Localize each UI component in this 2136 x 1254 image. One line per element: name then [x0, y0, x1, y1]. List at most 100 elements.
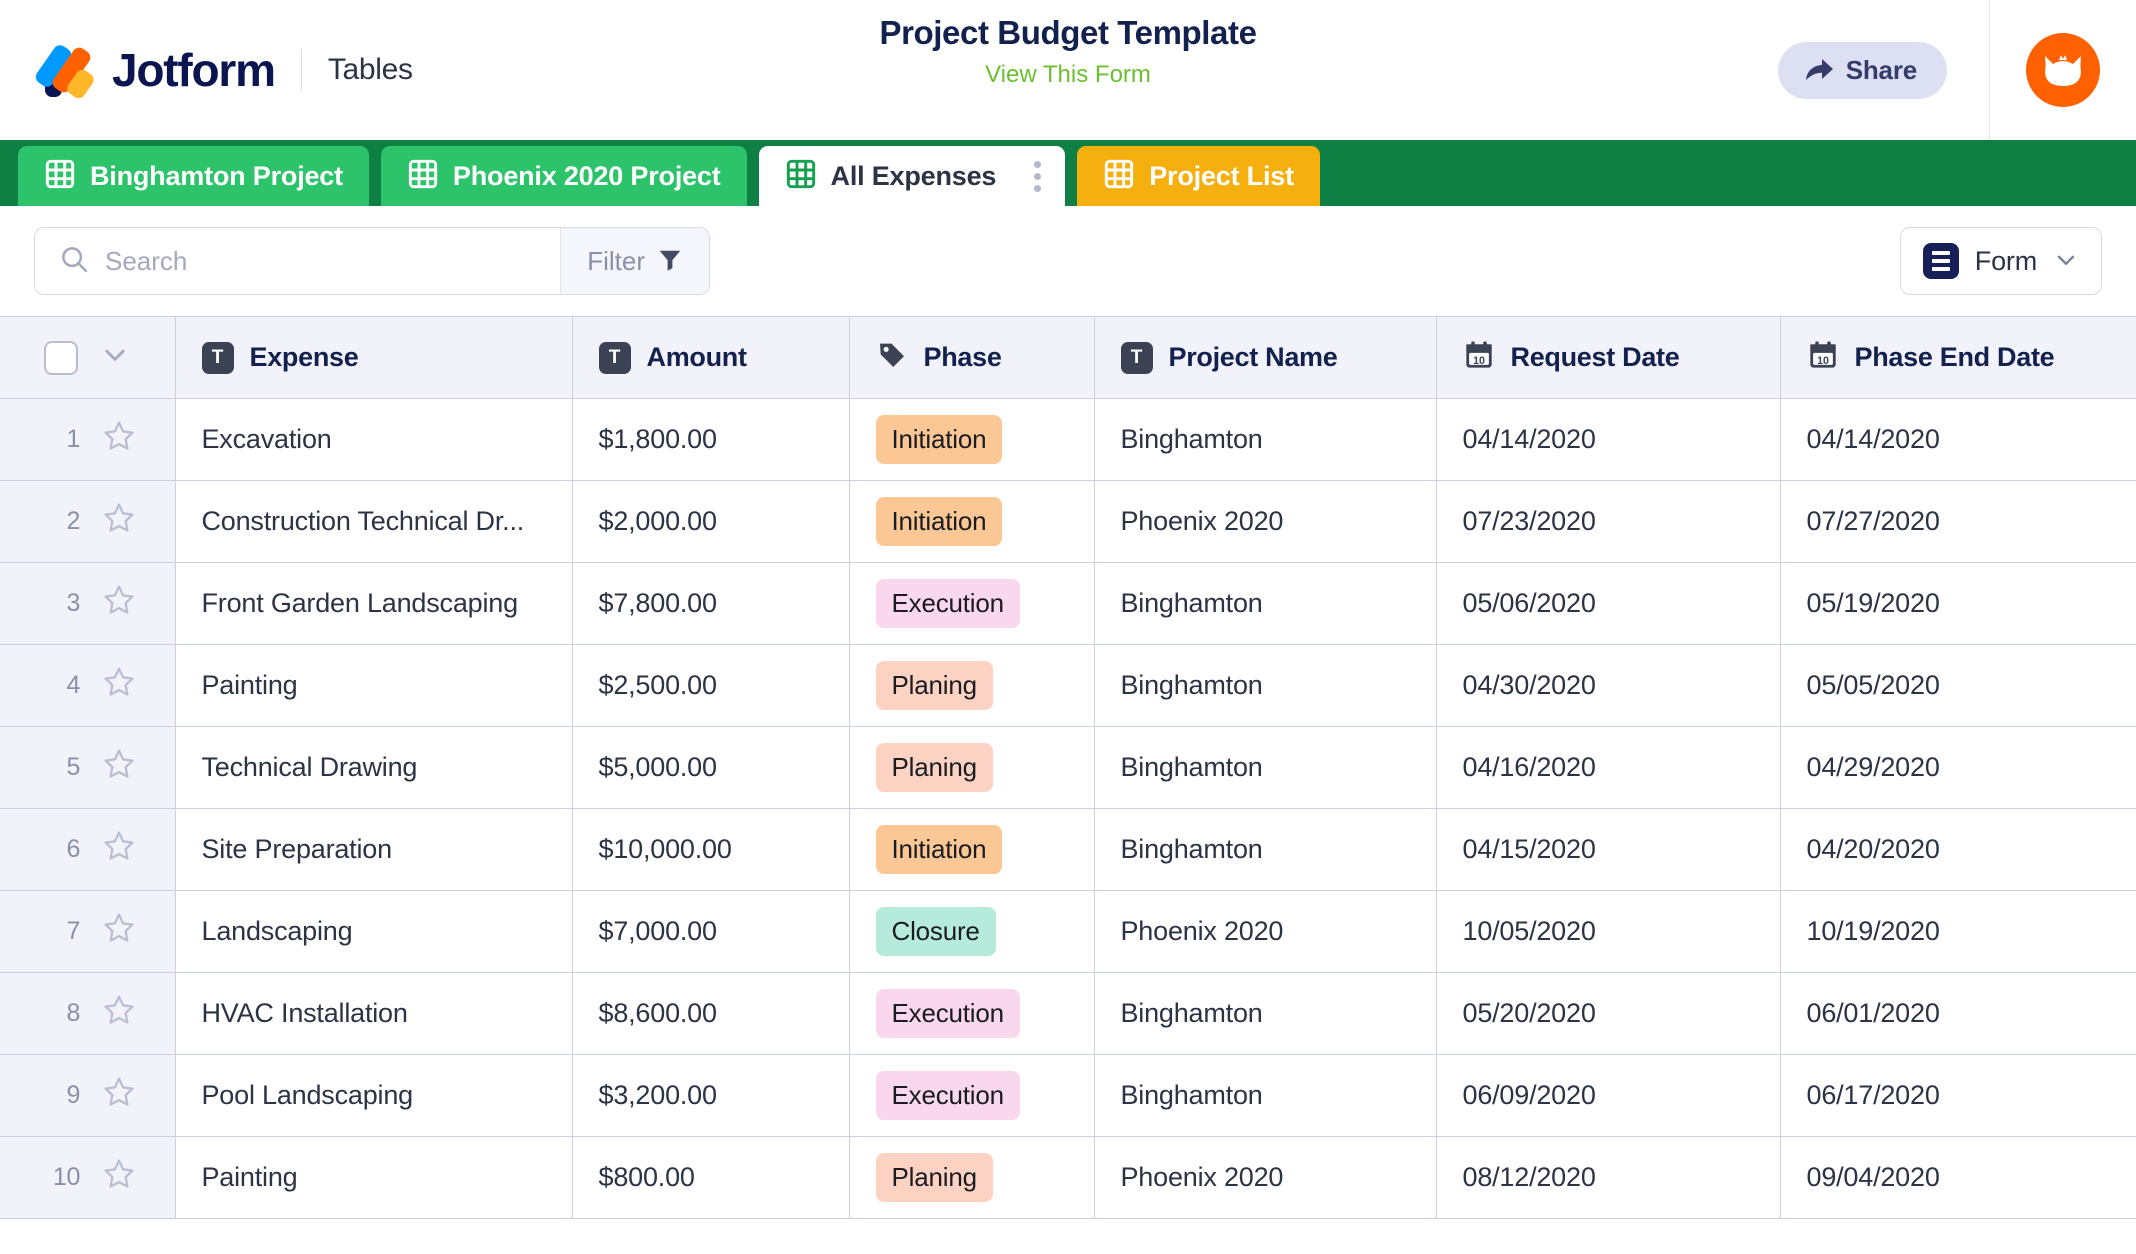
cell-amount[interactable]: $800.00 [572, 1136, 850, 1219]
cell-expense[interactable]: Front Garden Landscaping [175, 562, 573, 645]
star-icon[interactable] [102, 1075, 136, 1116]
table-row[interactable]: 5 Technical Drawing $5,000.00 Planing Bingha… [0, 726, 2136, 809]
cell-amount[interactable]: $1,800.00 [572, 398, 850, 481]
row-options-chevron-icon[interactable] [100, 340, 130, 375]
star-icon[interactable] [102, 665, 136, 706]
brand-wordmark[interactable]: Jotform [112, 47, 276, 93]
cell-request-date[interactable]: 08/12/2020 [1436, 1136, 1781, 1219]
cell-phase-end-date[interactable]: 04/29/2020 [1780, 726, 2136, 809]
cell-expense[interactable]: Excavation [175, 398, 573, 481]
cell-project-name[interactable]: Binghamton [1094, 808, 1437, 891]
cell-amount[interactable]: $7,000.00 [572, 890, 850, 973]
column-header-phase-end-date[interactable]: 10 Phase End Date [1780, 316, 2136, 399]
cell-phase[interactable]: Planing [849, 644, 1095, 727]
cell-project-name[interactable]: Binghamton [1094, 726, 1437, 809]
cell-request-date[interactable]: 05/20/2020 [1436, 972, 1781, 1055]
tab-phoenix-2020-project[interactable]: Phoenix 2020 Project [380, 146, 747, 206]
cell-request-date[interactable]: 06/09/2020 [1436, 1054, 1781, 1137]
cell-phase[interactable]: Initiation [849, 808, 1095, 891]
cell-request-date[interactable]: 04/15/2020 [1436, 808, 1781, 891]
star-icon[interactable] [102, 583, 136, 624]
table-row[interactable]: 1 Excavation $1,800.00 Initiation Binghamton… [0, 398, 2136, 481]
cell-phase[interactable]: Closure [849, 890, 1095, 973]
cell-project-name[interactable]: Binghamton [1094, 562, 1437, 645]
table-row[interactable]: 7 Landscaping $7,000.00 Closure Phoenix 2020… [0, 890, 2136, 973]
star-icon[interactable] [102, 829, 136, 870]
cell-expense[interactable]: Technical Drawing [175, 726, 573, 809]
avatar[interactable] [2026, 33, 2100, 107]
cell-amount[interactable]: $2,000.00 [572, 480, 850, 563]
cell-expense[interactable]: Site Preparation [175, 808, 573, 891]
cell-request-date[interactable]: 04/30/2020 [1436, 644, 1781, 727]
cell-phase[interactable]: Planing [849, 1136, 1095, 1219]
tab-all-expenses[interactable]: All Expenses [758, 146, 1066, 206]
column-header-amount[interactable]: T Amount [572, 316, 850, 399]
cell-phase[interactable]: Initiation [849, 398, 1095, 481]
table-row[interactable]: 8 HVAC Installation $8,600.00 Execution Bing… [0, 972, 2136, 1055]
cell-phase-end-date[interactable]: 05/05/2020 [1780, 644, 2136, 727]
cell-phase-end-date[interactable]: 09/04/2020 [1780, 1136, 2136, 1219]
cell-project-name[interactable]: Binghamton [1094, 1054, 1437, 1137]
table-row[interactable]: 6 Site Preparation $10,000.00 Initiation Bin… [0, 808, 2136, 891]
cell-request-date[interactable]: 10/05/2020 [1436, 890, 1781, 973]
cell-project-name[interactable]: Binghamton [1094, 644, 1437, 727]
cell-phase[interactable]: Initiation [849, 480, 1095, 563]
table-row[interactable]: 10 Painting $800.00 Planing Phoenix 2020 08/1… [0, 1136, 2136, 1219]
cell-project-name[interactable]: Phoenix 2020 [1094, 480, 1437, 563]
star-icon[interactable] [102, 747, 136, 788]
filter-button[interactable]: Filter [560, 228, 709, 294]
star-icon[interactable] [102, 501, 136, 542]
cell-phase-end-date[interactable]: 04/14/2020 [1780, 398, 2136, 481]
star-icon[interactable] [102, 419, 136, 460]
cell-phase-end-date[interactable]: 06/17/2020 [1780, 1054, 2136, 1137]
cell-expense[interactable]: Landscaping [175, 890, 573, 973]
view-form-link[interactable]: View This Form [985, 61, 1151, 89]
cell-request-date[interactable]: 04/16/2020 [1436, 726, 1781, 809]
cell-expense[interactable]: Painting [175, 1136, 573, 1219]
column-header-phase[interactable]: Phase [849, 316, 1095, 399]
cell-request-date[interactable]: 04/14/2020 [1436, 398, 1781, 481]
view-switch-button[interactable]: Form [1899, 227, 2102, 295]
cell-expense[interactable]: Painting [175, 644, 573, 727]
table-row[interactable]: 9 Pool Landscaping $3,200.00 Execution Bingh… [0, 1054, 2136, 1137]
column-header-request-date[interactable]: 10 Request Date [1436, 316, 1781, 399]
cell-project-name[interactable]: Binghamton [1094, 398, 1437, 481]
cell-project-name[interactable]: Phoenix 2020 [1094, 890, 1437, 973]
tab-binghamton-project[interactable]: Binghamton Project [18, 146, 369, 206]
cell-phase[interactable]: Execution [849, 1054, 1095, 1137]
cell-project-name[interactable]: Phoenix 2020 [1094, 1136, 1437, 1219]
cell-expense[interactable]: Construction Technical Dr... [175, 480, 573, 563]
select-all-checkbox[interactable] [44, 340, 79, 375]
cell-phase-end-date[interactable]: 04/20/2020 [1780, 808, 2136, 891]
table-row[interactable]: 4 Painting $2,500.00 Planing Binghamton 04/30… [0, 644, 2136, 727]
cell-request-date[interactable]: 07/23/2020 [1436, 480, 1781, 563]
cell-expense[interactable]: Pool Landscaping [175, 1054, 573, 1137]
cell-expense[interactable]: HVAC Installation [175, 972, 573, 1055]
table-row[interactable]: 3 Front Garden Landscaping $7,800.00 Execut… [0, 562, 2136, 645]
cell-amount[interactable]: $3,200.00 [572, 1054, 850, 1137]
star-icon[interactable] [102, 993, 136, 1034]
cell-phase-end-date[interactable]: 07/27/2020 [1780, 480, 2136, 563]
tab-menu-icon[interactable] [1026, 157, 1049, 196]
share-button[interactable]: Share [1777, 41, 1947, 99]
product-label[interactable]: Tables [328, 53, 413, 87]
cell-phase-end-date[interactable]: 10/19/2020 [1780, 890, 2136, 973]
cell-amount[interactable]: $8,600.00 [572, 972, 850, 1055]
cell-amount[interactable]: $7,800.00 [572, 562, 850, 645]
star-icon[interactable] [102, 1157, 136, 1198]
cell-phase-end-date[interactable]: 05/19/2020 [1780, 562, 2136, 645]
tab-project-list[interactable]: Project List [1077, 146, 1320, 206]
cell-phase-end-date[interactable]: 06/01/2020 [1780, 972, 2136, 1055]
jotform-logo-icon[interactable] [33, 42, 97, 101]
cell-amount[interactable]: $5,000.00 [572, 726, 850, 809]
cell-request-date[interactable]: 05/06/2020 [1436, 562, 1781, 645]
table-row[interactable]: 2 Construction Technical Dr... $2,000.00 In… [0, 480, 2136, 563]
search-input[interactable] [105, 228, 561, 294]
cell-phase[interactable]: Execution [849, 562, 1095, 645]
cell-phase[interactable]: Execution [849, 972, 1095, 1055]
star-icon[interactable] [102, 911, 136, 952]
cell-phase[interactable]: Planing [849, 726, 1095, 809]
search-field[interactable] [35, 228, 561, 294]
column-header-project-name[interactable]: T Project Name [1094, 316, 1437, 399]
cell-project-name[interactable]: Binghamton [1094, 972, 1437, 1055]
